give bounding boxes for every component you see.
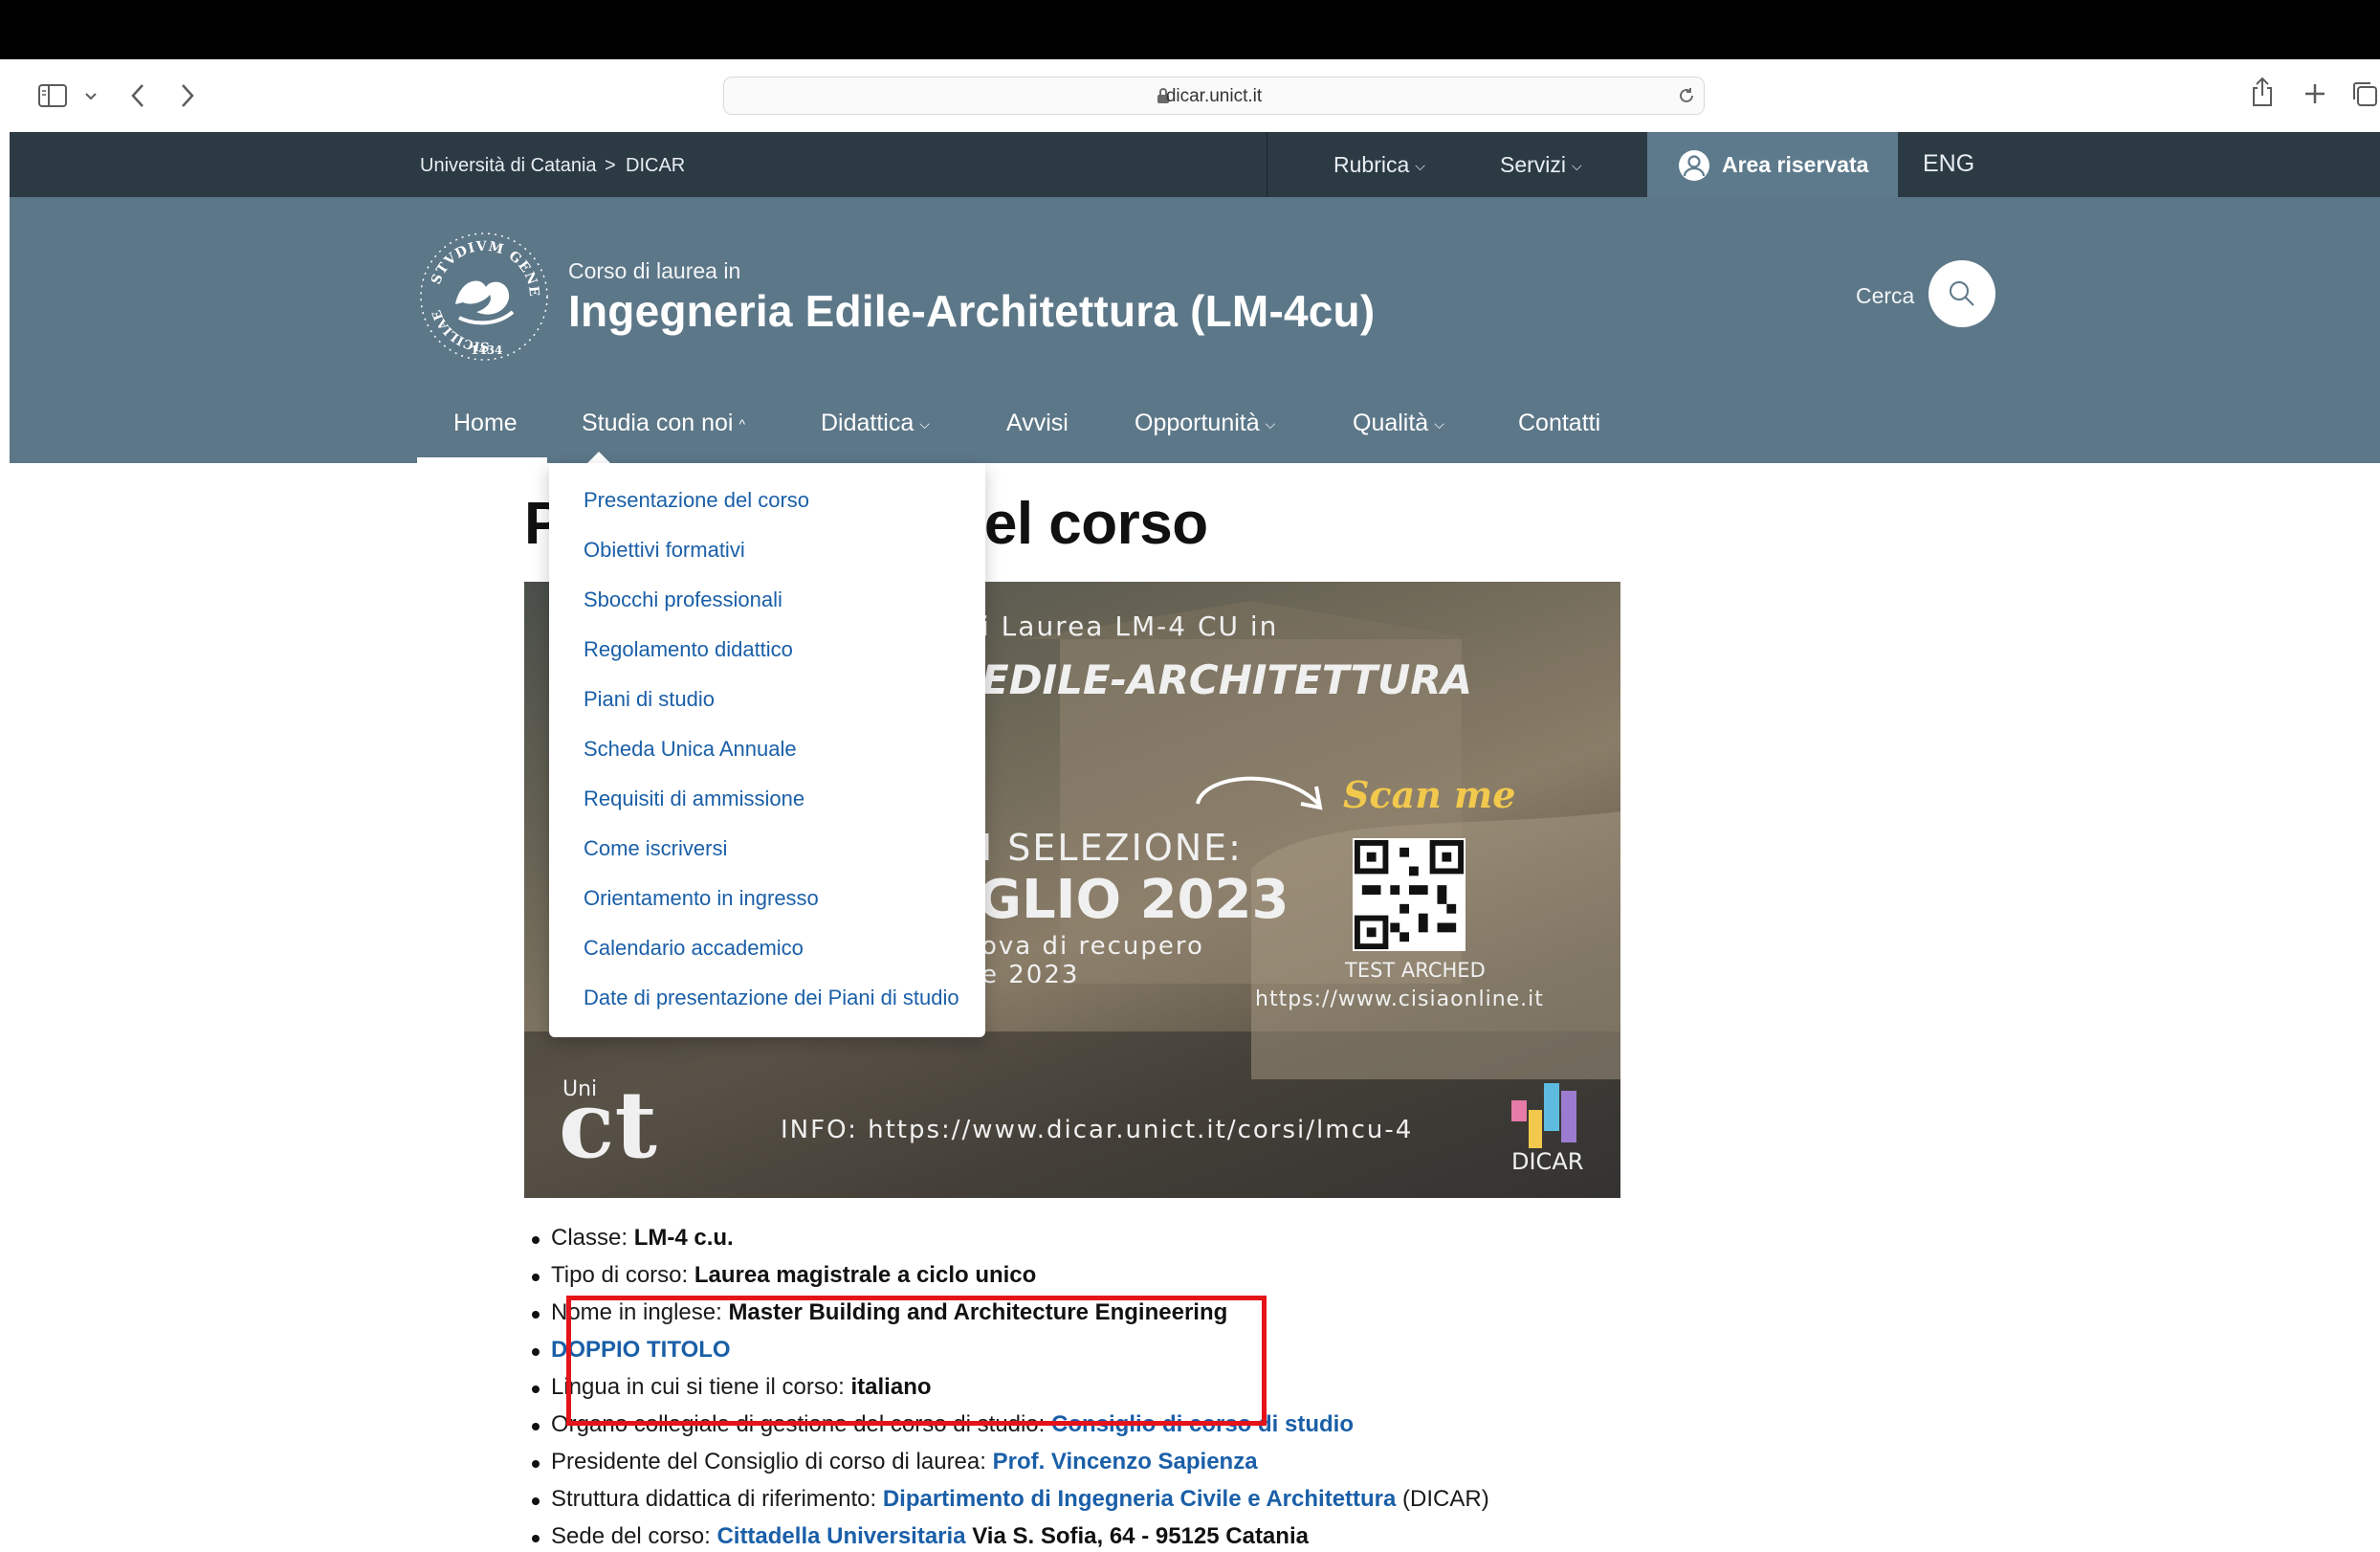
list-item-classe: Classe: LM-4 c.u. (532, 1225, 734, 1252)
dropdown-item-iscriversi[interactable]: Come iscriversi (584, 836, 727, 861)
tipo-value: Laurea magistrale a ciclo unico (694, 1262, 1037, 1288)
rubrica-menu[interactable]: Rubrica ⌵ (1333, 152, 1425, 178)
browser-toolbar: dicar.unict.it (10, 59, 2380, 132)
search-button[interactable] (1928, 260, 1995, 327)
banner-dicar-label: DICAR (1511, 1148, 1584, 1175)
presidente-label: Presidente del Consiglio di corso di lau… (551, 1449, 993, 1474)
header-subtitle: Corso di laurea in (568, 258, 741, 283)
sidebar-icon[interactable] (38, 84, 67, 107)
chevron-up-icon: ^ (738, 416, 746, 432)
search-label[interactable]: Cerca (1856, 283, 1914, 309)
search-icon (1950, 281, 1974, 306)
breadcrumb-current[interactable]: DICAR (626, 155, 685, 177)
nav-home[interactable]: Home (453, 410, 518, 437)
rubrica-label: Rubrica (1333, 152, 1410, 177)
nav-studia-con-noi[interactable]: Studia con noi ^ (582, 410, 745, 437)
url-text: dicar.unict.it (1165, 86, 1263, 106)
nav-contatti[interactable]: Contatti (1518, 410, 1600, 437)
list-item-struttura: Struttura didattica di riferimento: Dipa… (532, 1486, 1489, 1513)
chevron-down-icon: ⌵ (919, 415, 930, 432)
list-item-presidente: Presidente del Consiglio di corso di lau… (532, 1449, 1258, 1475)
list-item-tipo: Tipo di corso: Laurea magistrale a ciclo… (531, 1262, 1037, 1289)
dropdown-item-presentazione[interactable]: Presentazione del corso (584, 488, 809, 513)
banner-line-3: I SELEZIONE: (981, 827, 1243, 869)
struttura-label: Struttura didattica di riferimento: (551, 1486, 883, 1512)
dropdown-item-piani[interactable]: Piani di studio (584, 687, 715, 712)
banner-logo-ct: ct (559, 1071, 657, 1179)
chevron-down-icon: ⌵ (1434, 415, 1444, 432)
banner-line-1: i Laurea LM-4 CU in (981, 610, 1279, 642)
screen-top-strip (0, 0, 2380, 59)
nav-studia-label: Studia con noi (582, 410, 734, 436)
breadcrumb-separator: > (605, 155, 616, 176)
back-icon[interactable] (130, 82, 145, 109)
nav-active-indicator (417, 457, 547, 463)
dropdown-pointer (587, 452, 610, 463)
svg-text:1434: 1434 (471, 344, 502, 357)
dipartimento-link[interactable]: Dipartimento di Ingegneria Civile e Arch… (883, 1486, 1397, 1512)
chevron-down-icon[interactable] (84, 92, 98, 101)
dicar-logo-icon (1511, 1083, 1576, 1148)
dropdown-item-calendario[interactable]: Calendario accademico (584, 936, 804, 961)
lang-eng-link[interactable]: ENG (1923, 150, 1974, 178)
list-item-sede: Sede del corso: Cittadella Universitaria… (532, 1523, 1309, 1550)
site-header: STVDIVM GENERALE SICILIAE 1434 Corso di … (10, 197, 2380, 463)
new-tab-icon[interactable] (2303, 82, 2326, 105)
banner-line-5: ova di recupero (981, 932, 1204, 961)
user-icon (1679, 150, 1709, 181)
tabs-overview-icon[interactable] (2351, 80, 2378, 107)
arrow-icon (1196, 776, 1323, 810)
banner-info-url: INFO: https://www.dicar.unict.it/corsi/l… (781, 1116, 1414, 1144)
struttura-suffix: (DICAR) (1396, 1486, 1489, 1512)
qr-code-icon[interactable] (1351, 838, 1467, 951)
address-bar[interactable]: dicar.unict.it (723, 77, 1705, 115)
servizi-menu[interactable]: Servizi ⌵ (1500, 152, 1582, 178)
page-title[interactable]: Ingegneria Edile-Architettura (LM-4cu) (568, 285, 1375, 337)
sede-label: Sede del corso: (551, 1523, 717, 1549)
utility-bar: Università di Catania > DICAR Rubrica ⌵ S… (10, 132, 2380, 197)
nav-qualita[interactable]: Qualità ⌵ (1353, 410, 1444, 437)
dropdown-item-orientamento[interactable]: Orientamento in ingresso (584, 886, 819, 911)
banner-cisia-url: https://www.cisiaonline.it (1255, 987, 1544, 1011)
dropdown-item-regolamento[interactable]: Regolamento didattico (584, 637, 793, 662)
banner-test-arched: TEST ARCHED (1345, 959, 1486, 982)
classe-label: Classe: (551, 1225, 634, 1251)
nav-opportunita-label: Opportunità (1135, 410, 1260, 436)
share-icon[interactable] (2250, 77, 2275, 107)
tipo-label: Tipo di corso: (551, 1262, 694, 1288)
banner-line-4: GLIO 2023 (978, 869, 1289, 931)
dropdown-item-date-piani[interactable]: Date di presentazione dei Piani di studi… (584, 986, 959, 1010)
nav-avvisi[interactable]: Avvisi (1006, 410, 1069, 437)
servizi-label: Servizi (1500, 152, 1567, 177)
sede-address: Via S. Sofia, 64 - 95125 Catania (965, 1523, 1309, 1549)
chevron-down-icon: ⌵ (1415, 158, 1425, 174)
heading-right: el corso (983, 491, 1208, 557)
forward-icon[interactable] (180, 82, 195, 109)
dropdown-item-sbocchi[interactable]: Sbocchi professionali (584, 588, 782, 612)
studia-dropdown-menu: Presentazione del corso Obiettivi format… (549, 463, 985, 1037)
reload-icon[interactable] (1677, 86, 1696, 105)
university-seal-logo[interactable]: STVDIVM GENERALE SICILIAE 1434 (417, 230, 551, 364)
dropdown-item-obiettivi[interactable]: Obiettivi formativi (584, 538, 745, 563)
banner-line-2: EDILE-ARCHITETTURA (981, 656, 1473, 703)
nav-opportunita[interactable]: Opportunità ⌵ (1135, 410, 1275, 437)
nav-didattica-label: Didattica (821, 410, 915, 436)
chevron-down-icon: ⌵ (1265, 415, 1276, 432)
breadcrumb-home-link[interactable]: Università di Catania (420, 155, 597, 177)
presidente-link[interactable]: Prof. Vincenzo Sapienza (993, 1449, 1258, 1474)
dropdown-item-requisiti[interactable]: Requisiti di ammissione (584, 787, 804, 811)
nav-qualita-label: Qualità (1353, 410, 1429, 436)
banner-line-6: e 2023 (981, 961, 1080, 989)
highlight-annotation-box (566, 1296, 1267, 1426)
chevron-down-icon: ⌵ (1572, 158, 1582, 174)
classe-value: LM-4 c.u. (633, 1225, 734, 1251)
nav-didattica[interactable]: Didattica ⌵ (821, 410, 930, 437)
banner-scan-me: Scan me (1343, 773, 1516, 816)
dropdown-item-scheda[interactable]: Scheda Unica Annuale (584, 737, 797, 762)
area-riservata-button[interactable]: Area riservata (1647, 132, 1898, 197)
area-riservata-label: Area riservata (1722, 152, 1869, 177)
cittadella-link[interactable]: Cittadella Universitaria (716, 1523, 965, 1549)
